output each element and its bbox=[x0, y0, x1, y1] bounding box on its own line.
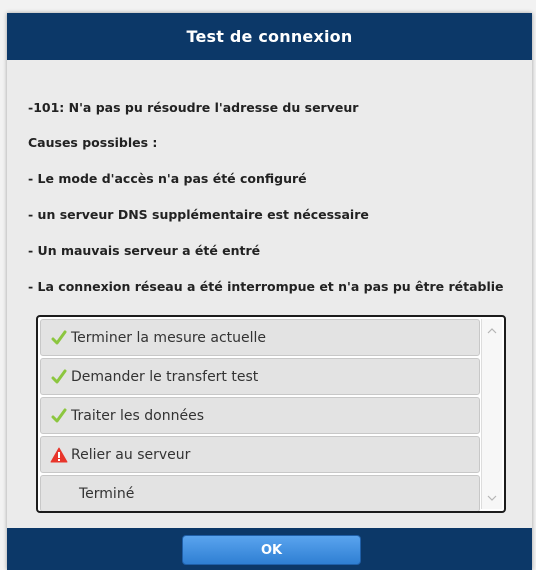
chevron-down-icon[interactable] bbox=[486, 493, 498, 503]
checkmark-icon bbox=[48, 330, 70, 346]
dialog-title: Test de connexion bbox=[186, 27, 353, 46]
warning-icon bbox=[48, 447, 70, 463]
dialog-title-bar: Test de connexion bbox=[7, 13, 532, 60]
dialog-footer: OK bbox=[7, 528, 532, 570]
checkmark-icon bbox=[48, 369, 70, 385]
dialog-content: -101: N'a pas pu résoudre l'adresse du s… bbox=[7, 60, 532, 528]
step-label: Terminer la mesure actuelle bbox=[71, 329, 267, 346]
cause-item: - un serveur DNS supplémentaire est néce… bbox=[28, 207, 369, 222]
ok-button[interactable]: OK bbox=[182, 535, 361, 565]
chevron-up-icon[interactable] bbox=[486, 325, 498, 335]
connection-test-dialog: Test de connexion -101: N'a pas pu résou… bbox=[7, 13, 532, 570]
causes-heading: Causes possibles : bbox=[28, 135, 158, 150]
error-message: -101: N'a pas pu résoudre l'adresse du s… bbox=[28, 100, 359, 115]
steps-scrollbar[interactable] bbox=[481, 319, 502, 509]
step-row: Traiter les données bbox=[40, 397, 480, 434]
step-label: Demander le transfert test bbox=[71, 368, 259, 385]
step-row: Relier au serveur bbox=[40, 436, 480, 473]
step-row: Terminer la mesure actuelle bbox=[40, 319, 480, 356]
cause-item: - La connexion réseau a été interrompue … bbox=[28, 279, 504, 294]
checkmark-icon bbox=[48, 408, 70, 424]
steps-list[interactable]: Terminer la mesure actuelle Demander le … bbox=[36, 315, 506, 513]
step-row: Terminé bbox=[40, 475, 480, 511]
step-row: Demander le transfert test bbox=[40, 358, 480, 395]
step-label: Traiter les données bbox=[71, 407, 204, 424]
cause-item: - Un mauvais serveur a été entré bbox=[28, 243, 261, 258]
step-label: Relier au serveur bbox=[71, 446, 191, 463]
cause-item: - Le mode d'accès n'a pas été configuré bbox=[28, 171, 307, 186]
step-label: Terminé bbox=[79, 485, 135, 502]
